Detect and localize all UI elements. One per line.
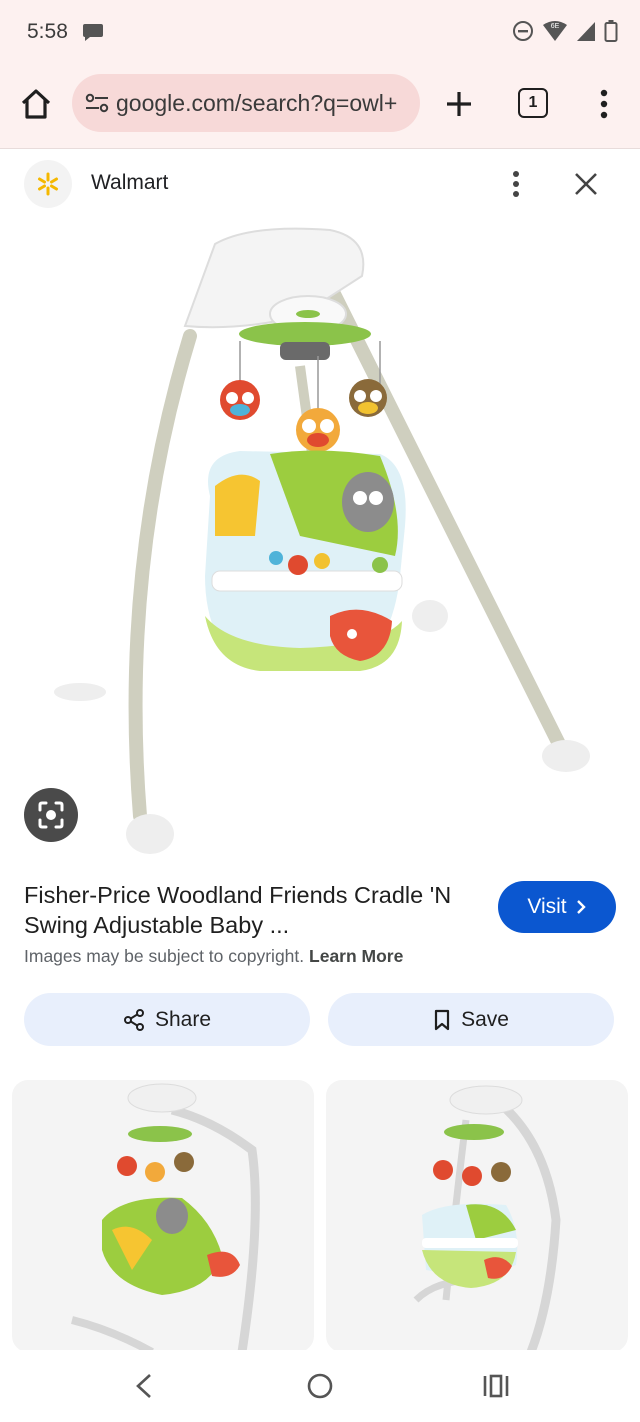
site-settings-icon[interactable] [84,90,110,116]
more-vert-icon[interactable] [504,168,528,200]
learn-more-link[interactable]: Learn More [309,946,403,966]
status-icons: 6E [512,20,618,42]
message-icon [83,24,103,41]
walmart-logo[interactable] [24,160,72,208]
signal-icon [577,22,595,41]
product-image[interactable] [0,216,640,866]
share-label: Share [154,1007,212,1031]
copyright-notice: Images may be subject to copyright. Lear… [24,946,403,967]
lens-icon [38,801,64,829]
home-circle-icon[interactable] [306,1372,334,1400]
url-bar[interactable]: google.com/search?q=owl+ [72,74,420,132]
tabs-icon[interactable]: 1 [518,88,548,118]
tab-count: 1 [528,94,538,111]
save-label: Save [461,1007,509,1031]
more-vert-icon[interactable] [594,86,614,122]
browser-toolbar: google.com/search?q=owl+ 1 [0,64,640,149]
recents-icon[interactable] [482,1374,510,1398]
save-button[interactable]: Save [328,993,614,1046]
network-label: 6E [551,23,560,30]
chevron-right-icon [576,900,586,914]
url-text[interactable]: google.com/search?q=owl+ [116,90,397,117]
visit-button[interactable]: Visit [498,881,616,933]
wifi-icon: 6E [543,21,567,41]
home-icon[interactable] [18,86,54,122]
back-icon[interactable] [132,1372,156,1400]
close-icon[interactable] [572,170,600,198]
lens-button[interactable] [24,788,78,842]
status-bar: 5:58 6E [0,0,640,64]
related-image-1[interactable] [12,1080,314,1352]
source-header: Walmart [0,150,640,216]
status-time: 5:58 [27,20,68,43]
share-button[interactable]: Share [24,993,310,1046]
system-navigation-bar [0,1350,640,1422]
related-image-2[interactable] [326,1080,628,1352]
bookmark-icon [434,1009,450,1030]
copyright-text: Images may be subject to copyright. [24,946,305,966]
battery-icon [604,20,618,42]
share-icon [123,1008,144,1031]
plus-icon[interactable] [442,86,476,122]
result-title[interactable]: Fisher-Price Woodland Friends Cradle 'N … [24,880,484,940]
visit-label: Visit [527,895,567,918]
source-name[interactable]: Walmart [91,171,168,195]
dnd-icon [513,21,533,41]
